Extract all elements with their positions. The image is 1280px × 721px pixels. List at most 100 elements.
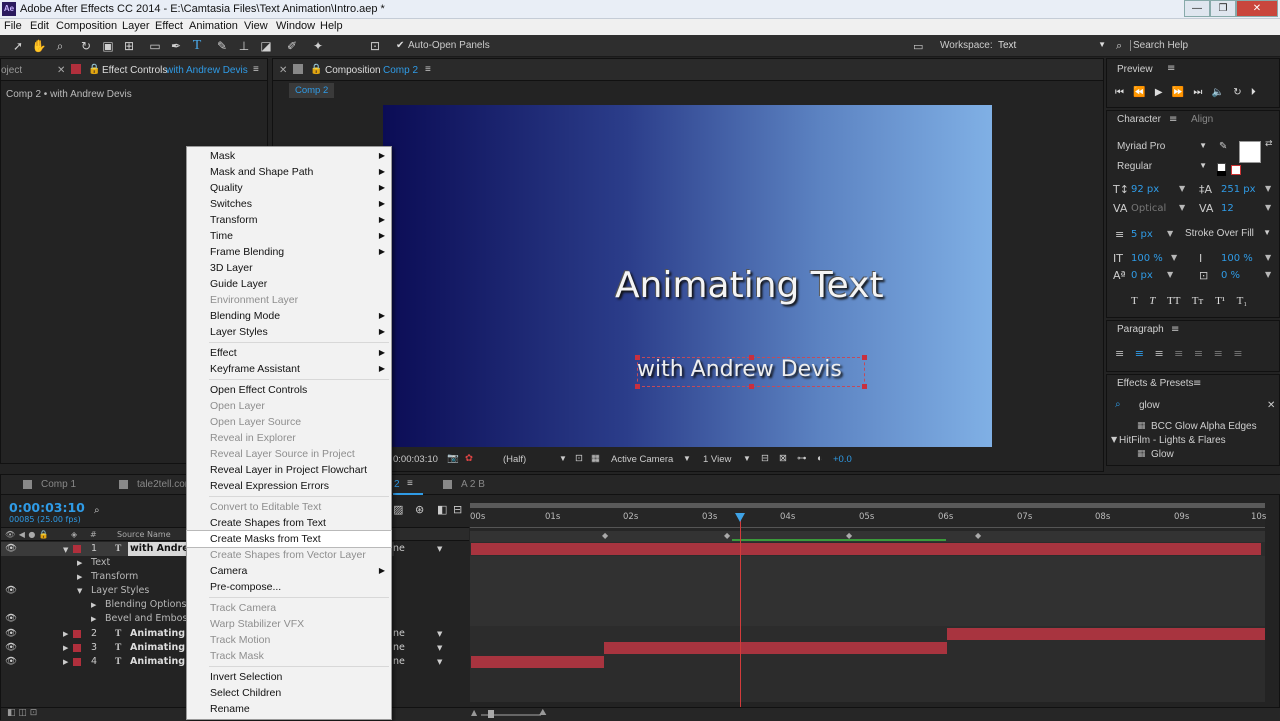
subtitle-text-layer[interactable]: with Andrew Devis (637, 357, 842, 382)
menu-item-create-masks-from-text[interactable]: Create Masks from Text (186, 530, 392, 548)
timeline-timecode[interactable]: 0:00:03:10 (9, 500, 85, 515)
label-color-icon[interactable] (73, 545, 81, 553)
region-of-interest-icon[interactable]: ⊡ (575, 453, 583, 464)
comp-sub-tab[interactable]: Comp 2 (289, 83, 335, 98)
close-icon[interactable]: ✕ (279, 65, 287, 76)
chevron-down-icon[interactable]: ▼ (437, 655, 442, 669)
zoom-out-icon[interactable]: ▲ (471, 708, 477, 717)
motion-blur-icon[interactable]: ⊛ (415, 503, 424, 516)
label-color-icon[interactable] (73, 658, 81, 666)
panel-menu-icon[interactable]: ≡ (253, 64, 259, 75)
tsume-value[interactable]: 0 % (1221, 270, 1240, 281)
viewer-timecode[interactable]: 0:00:03:10 (393, 454, 438, 465)
panel-menu-icon[interactable]: ≡ (1167, 63, 1175, 74)
search-help-input[interactable]: Search Help (1130, 40, 1278, 51)
menu-effect[interactable]: Effect (155, 20, 183, 32)
panel-menu-icon[interactable]: ≡ (1171, 324, 1179, 335)
layer-mode[interactable]: ne (393, 655, 405, 669)
panel-menu-icon[interactable]: ≡ (1169, 114, 1177, 125)
rectangle-tool-icon[interactable]: ▭ (147, 38, 163, 54)
exposure-value[interactable]: +0.0 (833, 454, 852, 465)
menu-item-reveal-layer-in-project-flowchart[interactable]: Reveal Layer in Project Flowchart (187, 462, 391, 478)
effect-item-bcc-glow[interactable]: BCC Glow Alpha Edges (1151, 421, 1257, 432)
chevron-right-icon[interactable]: ▶ (77, 570, 82, 584)
toggle-switches-icon[interactable]: ◧ ◫ ⊡ (7, 708, 37, 718)
swap-colors-icon[interactable]: ⇄ (1265, 139, 1273, 149)
close-button[interactable]: ✕ (1236, 0, 1278, 17)
toggle-pixel-aspect-icon[interactable]: ⊟ (761, 453, 769, 464)
layer-bar[interactable] (604, 642, 947, 654)
menu-item-blending-mode[interactable]: Blending Mode ▶ (187, 308, 391, 324)
brush-tool-icon[interactable]: ✎ (214, 38, 230, 54)
menu-item-mask-and-shape-path[interactable]: Mask and Shape Path ▶ (187, 164, 391, 180)
leading-value[interactable]: 251 px (1221, 184, 1256, 195)
tab-tale2tell[interactable]: tale2tell.com (137, 479, 193, 490)
effects-search-input[interactable]: glow (1139, 400, 1269, 411)
eye-icon[interactable]: 👁 (5, 584, 17, 598)
chevron-down-icon[interactable]: ▼ (437, 542, 442, 556)
panel-menu-icon[interactable]: ≡ (407, 478, 413, 489)
menu-item-invert-selection[interactable]: Invert Selection (187, 669, 391, 685)
roto-brush-tool-icon[interactable]: ✐ (284, 38, 300, 54)
fast-previews-icon[interactable]: ⊠ (779, 453, 787, 464)
font-style-select[interactable]: Regular ▼ (1117, 161, 1207, 172)
first-frame-icon[interactable]: ⏮ (1115, 87, 1124, 98)
next-frame-icon[interactable]: ⏩ (1172, 87, 1184, 98)
close-icon[interactable]: ✕ (57, 65, 65, 76)
menu-window[interactable]: Window (276, 20, 315, 32)
rotate-tool-icon[interactable]: ↻ (78, 38, 94, 54)
playhead-handle[interactable] (735, 513, 745, 522)
chevron-right-icon[interactable]: ▶ (91, 598, 96, 612)
auto-open-checkbox[interactable]: ✔ (396, 40, 404, 51)
lock-icon[interactable]: 🔒 (88, 64, 100, 75)
tab-a2b[interactable]: A 2 B (461, 479, 485, 490)
search-icon[interactable]: ⌕ (94, 505, 100, 516)
frame-blending-icon[interactable]: ⊟ (453, 503, 462, 516)
menu-item-rename[interactable]: Rename (187, 701, 391, 717)
camera-snapshot-icon[interactable]: 📷 (447, 453, 459, 464)
lock-icon[interactable]: 🔒 (310, 64, 322, 75)
chevron-down-icon[interactable]: ▼ (437, 627, 442, 641)
menu-item-open-effect-controls[interactable]: Open Effect Controls (187, 382, 391, 398)
stroke-mode-select[interactable]: Stroke Over Fill ▼ (1185, 228, 1271, 239)
menu-item-frame-blending[interactable]: Frame Blending ▶ (187, 244, 391, 260)
subscript-button[interactable]: T₁ (1237, 295, 1248, 307)
marker-icon[interactable]: ◆ (846, 531, 852, 540)
menu-file[interactable]: File (4, 20, 22, 32)
layer-mode[interactable]: ne (393, 641, 405, 655)
menu-item-transform[interactable]: Transform ▶ (187, 212, 391, 228)
marker-icon[interactable]: ◆ (724, 531, 730, 540)
eye-icon[interactable]: 👁 (5, 641, 17, 655)
flowchart-icon[interactable]: ⊶ (797, 453, 807, 464)
menu-item-camera[interactable]: Camera ▶ (187, 563, 391, 579)
eraser-tool-icon[interactable]: ◪ (258, 38, 274, 54)
snapping-icon[interactable]: ⊡ (367, 38, 383, 54)
stroke-width-value[interactable]: 5 px (1131, 229, 1153, 240)
layer-bar[interactable] (947, 628, 1265, 640)
marker-icon[interactable]: ◆ (975, 531, 981, 540)
last-frame-icon[interactable]: ⏭ (1193, 87, 1202, 98)
zoom-in-icon[interactable]: ⛰ (539, 708, 547, 718)
layer-mode[interactable]: ne (393, 542, 405, 556)
menu-edit[interactable]: Edit (30, 20, 49, 32)
menu-item-layer-styles[interactable]: Layer Styles ▶ (187, 324, 391, 340)
eyedropper-icon[interactable]: ✎ (1219, 141, 1227, 152)
align-left-icon[interactable]: ≡ (1115, 347, 1124, 360)
justify-left-icon[interactable]: ≡ (1174, 347, 1183, 360)
color-channels-icon[interactable]: ✿ (465, 453, 473, 464)
previous-frame-icon[interactable]: ⏪ (1133, 87, 1145, 98)
menu-item-select-children[interactable]: Select Children (187, 685, 391, 701)
menu-item-guide-layer[interactable]: Guide Layer (187, 276, 391, 292)
chevron-right-icon[interactable]: ▶ (63, 627, 68, 641)
horizontal-scale-value[interactable]: 100 % (1221, 253, 1253, 264)
faux-italic-button[interactable]: T (1149, 295, 1155, 307)
eye-icon[interactable]: 👁 (5, 612, 17, 626)
selection-handle[interactable] (862, 384, 867, 389)
superscript-button[interactable]: T¹ (1215, 295, 1225, 307)
camera-tool-icon[interactable]: ▣ (100, 38, 116, 54)
loop-icon[interactable]: ↻ (1233, 87, 1241, 98)
puppet-tool-icon[interactable]: ✦ (310, 38, 326, 54)
camera-select[interactable]: Active Camera (611, 454, 673, 465)
black-swatch[interactable] (1217, 171, 1226, 176)
selection-handle[interactable] (862, 355, 867, 360)
